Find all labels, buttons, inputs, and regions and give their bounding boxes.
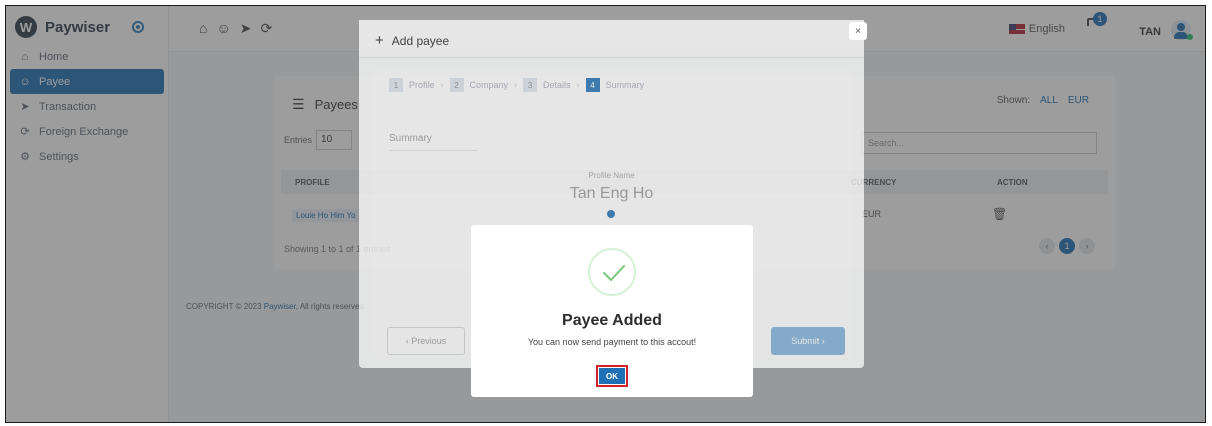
previous-button[interactable]: ‹ Previous <box>387 327 465 355</box>
modal-title-text: Add payee <box>391 34 450 48</box>
dialog-message: You can now send payment to this accout! <box>527 337 697 347</box>
step-label[interactable]: Details <box>543 80 571 90</box>
ok-button[interactable]: OK <box>599 368 625 384</box>
payee-added-dialog: Payee Added You can now send payment to … <box>471 225 753 397</box>
wizard-steps: 1 Profile › 2 Company › 3 Details › 4 Su… <box>389 78 644 92</box>
divider <box>389 150 477 151</box>
app-window: W Paywiser ⌂ Home ☺ Payee ➤ Transaction … <box>5 5 1206 423</box>
success-check-icon <box>588 248 636 296</box>
modal-header: + Add payee <box>359 20 864 58</box>
status-dot <box>607 210 615 218</box>
dialog-title: Payee Added <box>562 312 662 329</box>
step-number: 2 <box>449 78 464 92</box>
chevron-right-icon: › <box>440 80 444 90</box>
submit-button[interactable]: Submit › <box>771 327 845 355</box>
profile-name-value: Tan Eng Ho <box>569 185 654 202</box>
plus-icon: + <box>375 32 384 49</box>
step-number: 3 <box>523 78 538 92</box>
step-number: 4 <box>585 78 600 92</box>
close-icon[interactable]: × <box>849 22 867 40</box>
chevron-right-icon: › <box>576 80 580 90</box>
summary-heading: Summary <box>389 133 432 144</box>
step-label[interactable]: Company <box>470 80 509 90</box>
step-number: 1 <box>389 78 403 92</box>
step-label[interactable]: Profile <box>409 80 435 90</box>
ok-button-highlight: OK <box>596 365 628 387</box>
profile-name-label: Profile Name <box>588 171 635 180</box>
modal-title: + Add payee <box>375 32 449 49</box>
step-label[interactable]: Summary <box>606 80 645 90</box>
chevron-right-icon: › <box>514 80 518 90</box>
